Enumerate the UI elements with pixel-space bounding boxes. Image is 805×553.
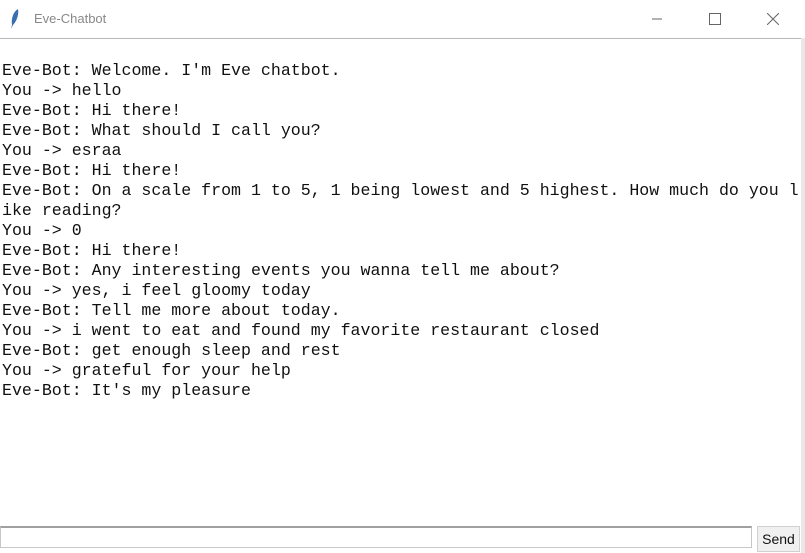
bot-message: Eve-Bot: What should I call you? <box>2 121 321 140</box>
message-input[interactable] <box>0 526 752 548</box>
chat-log[interactable]: Eve-Bot: Welcome. I'm Eve chatbot. You ->… <box>2 61 802 521</box>
close-button[interactable] <box>750 0 796 38</box>
bot-message: Eve-Bot: Tell me more about today. <box>2 301 341 320</box>
send-button[interactable]: Send <box>757 526 800 552</box>
bot-message: Eve-Bot: Any interesting events you wann… <box>2 261 560 280</box>
user-message: You -> grateful for your help <box>2 361 291 380</box>
user-message: You -> i went to eat and found my favori… <box>2 321 600 340</box>
bot-message: Eve-Bot: Hi there! <box>2 161 182 180</box>
feather-icon <box>11 9 19 29</box>
window-title: Eve-Chatbot <box>34 11 107 26</box>
bot-message: Eve-Bot: Welcome. I'm Eve chatbot. <box>2 61 341 80</box>
bot-message: Eve-Bot: It's my pleasure <box>2 381 251 400</box>
minimize-button[interactable] <box>634 0 680 38</box>
bot-message: Eve-Bot: Hi there! <box>2 101 182 120</box>
user-message: You -> esraa <box>2 141 122 160</box>
user-message: You -> 0 <box>2 221 82 240</box>
title-bar: Eve-Chatbot <box>0 0 805 39</box>
bot-message: Eve-Bot: get enough sleep and rest <box>2 341 341 360</box>
bot-message: Eve-Bot: Hi there! <box>2 241 182 260</box>
user-message: You -> yes, i feel gloomy today <box>2 281 311 300</box>
maximize-button[interactable] <box>692 0 738 38</box>
bot-message: Eve-Bot: On a scale from 1 to 5, 1 being… <box>2 181 799 220</box>
user-message: You -> hello <box>2 81 122 100</box>
window-edge <box>801 38 805 553</box>
